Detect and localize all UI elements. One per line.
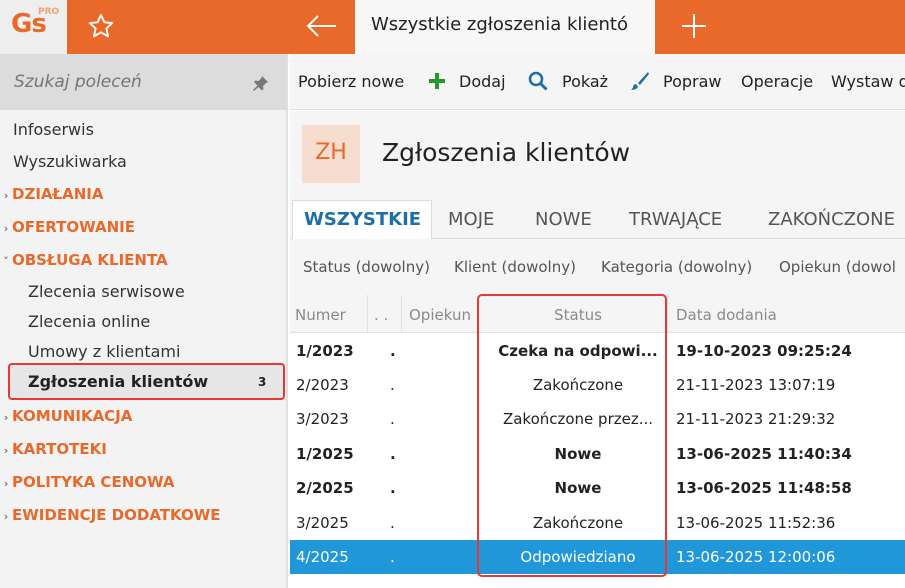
count-badge: 3 [258, 375, 267, 389]
cell-dot: . [390, 410, 395, 428]
app-window: Gs PRO Wszystkie zgłoszenia klientó Info… [0, 0, 905, 588]
chevron-right-icon: › [3, 477, 9, 490]
brush-icon[interactable] [630, 71, 650, 91]
section-label: POLITYKA CENOWA [12, 473, 175, 491]
section-label: EWIDENCJE DODATKOWE [12, 506, 221, 524]
cell-numer: 1/2025 [296, 445, 354, 463]
sidebar-section-obsluga-klienta[interactable]: ˅ OBSŁUGA KLIENTA [0, 251, 168, 269]
pin-icon[interactable] [252, 74, 270, 92]
sidebar: Infoserwis Wyszukiwarka ›DZIAŁANIA ›OFER… [0, 54, 288, 588]
cell-data: 21-11-2023 13:07:19 [676, 376, 836, 394]
sidebar-section-ofertowanie[interactable]: › OFERTOWANIE [0, 218, 135, 236]
add-button[interactable]: Dodaj [459, 72, 506, 91]
module-code-tile: ZH [302, 125, 360, 183]
column-header-numer[interactable]: Numer [295, 306, 346, 324]
cell-numer: 3/2025 [296, 514, 349, 532]
search-input[interactable] [14, 72, 234, 92]
edit-button[interactable]: Popraw [663, 72, 722, 91]
issue-menu[interactable]: Wystaw d [831, 72, 905, 91]
cell-data: 13-06-2025 12:00:06 [676, 548, 836, 566]
cell-dot: . [390, 342, 396, 360]
page-title: Zgłoszenia klientów [382, 138, 631, 167]
toolbar: Pobierz nowe Dodaj Pokaż Popraw Operacje… [290, 54, 905, 110]
tab-moje[interactable]: MOJE [448, 209, 494, 230]
active-tab-title: Wszystkie zgłoszenia klientó [371, 14, 628, 35]
logo[interactable]: Gs PRO [0, 0, 67, 54]
add-icon[interactable] [427, 71, 447, 91]
cell-dot: . [390, 548, 395, 566]
cell-dot: . [390, 445, 396, 463]
column-header-opiekun[interactable]: Opiekun [409, 306, 471, 324]
status-filter[interactable]: Status (dowolny) [303, 258, 430, 276]
cell-numer: 2/2025 [296, 479, 354, 497]
cell-data: 13-06-2025 11:40:34 [676, 445, 852, 463]
section-label: OFERTOWANIE [12, 218, 135, 236]
sidebar-item-zlecenia-online[interactable]: Zlecenia online [28, 312, 150, 331]
cell-numer: 3/2023 [296, 410, 349, 428]
sidebar-item-wyszukiwarka[interactable]: Wyszukiwarka [13, 152, 127, 171]
section-label: OBSŁUGA KLIENTA [12, 251, 168, 269]
cell-numer: 1/2023 [296, 342, 354, 360]
top-bar: Gs PRO Wszystkie zgłoszenia klientó [0, 0, 905, 54]
section-label: KARTOTEKI [12, 440, 107, 458]
cell-data: 21-11-2023 21:29:32 [676, 410, 836, 428]
chevron-down-icon: ˅ [3, 255, 9, 268]
tab-active-window[interactable]: Wszystkie zgłoszenia klientó [355, 0, 655, 54]
cell-dot: . [390, 479, 396, 497]
sidebar-item-umowy[interactable]: Umowy z klientami [28, 342, 180, 361]
operations-menu[interactable]: Operacje [741, 72, 813, 91]
back-arrow-icon[interactable] [304, 10, 338, 42]
cell-numer: 4/2025 [296, 548, 349, 566]
sidebar-section-kartoteki[interactable]: › KARTOTEKI [0, 440, 107, 458]
chevron-right-icon: › [3, 411, 9, 424]
logo-pro-label: PRO [38, 7, 60, 17]
filter-tabs: WSZYSTKIE MOJE NOWE TRWAJĄCE ZAKOŃCZONE [290, 197, 905, 240]
tab-trwajace[interactable]: TRWAJĄCE [629, 209, 722, 230]
owner-filter[interactable]: Opiekun (dowol [779, 258, 896, 276]
cell-data: 19-10-2023 09:25:24 [676, 342, 852, 360]
section-label: KOMUNIKACJA [12, 407, 133, 425]
column-divider [667, 295, 668, 333]
sidebar-item-zlecenia-serwisowe[interactable]: Zlecenia serwisowe [28, 282, 185, 301]
sidebar-section-dzialania[interactable]: › DZIAŁANIA [0, 185, 104, 203]
chevron-right-icon: › [3, 444, 9, 457]
search-icon[interactable] [528, 71, 548, 91]
cell-dot: . [390, 376, 395, 394]
filter-bar: Status (dowolny) Klient (dowolny) Katego… [290, 239, 905, 295]
status-column-highlight [477, 294, 667, 577]
column-header-data[interactable]: Data dodania [676, 306, 777, 324]
cell-data: 13-06-2025 11:52:36 [676, 514, 836, 532]
section-label: DZIAŁANIA [12, 185, 104, 203]
client-filter[interactable]: Klient (dowolny) [454, 258, 576, 276]
sidebar-section-polityka-cenowa[interactable]: › POLITYKA CENOWA [0, 473, 175, 491]
plus-icon[interactable] [678, 10, 710, 42]
module-code: ZH [315, 140, 347, 165]
chevron-right-icon: › [3, 222, 9, 235]
sidebar-section-komunikacja[interactable]: › KOMUNIKACJA [0, 407, 133, 425]
show-button[interactable]: Pokaż [562, 72, 608, 91]
tab-wszystkie[interactable]: WSZYSTKIE [304, 209, 421, 230]
sidebar-section-ewidencje[interactable]: › EWIDENCJE DODATKOWE [0, 506, 221, 524]
tab-nowe[interactable]: NOWE [535, 209, 592, 230]
category-filter[interactable]: Kategoria (dowolny) [601, 258, 752, 276]
chevron-right-icon: › [3, 189, 9, 202]
tab-zakonczone[interactable]: ZAKOŃCZONE [768, 209, 895, 230]
cell-data: 13-06-2025 11:48:58 [676, 479, 852, 497]
star-icon[interactable] [87, 12, 115, 40]
column-divider [367, 295, 368, 333]
cell-numer: 2/2023 [296, 376, 349, 394]
column-header-dots[interactable]: . . [374, 306, 388, 324]
command-search [0, 54, 286, 110]
cell-dot: . [390, 514, 395, 532]
sidebar-item-zgloszenia-klientow[interactable]: Zgłoszenia klientów [28, 372, 208, 391]
fetch-new-button[interactable]: Pobierz nowe [298, 72, 404, 91]
chevron-right-icon: › [3, 510, 9, 523]
sidebar-item-infoserwis[interactable]: Infoserwis [13, 120, 94, 139]
page-header: ZH Zgłoszenia klientów [290, 111, 905, 197]
column-divider [401, 295, 402, 333]
